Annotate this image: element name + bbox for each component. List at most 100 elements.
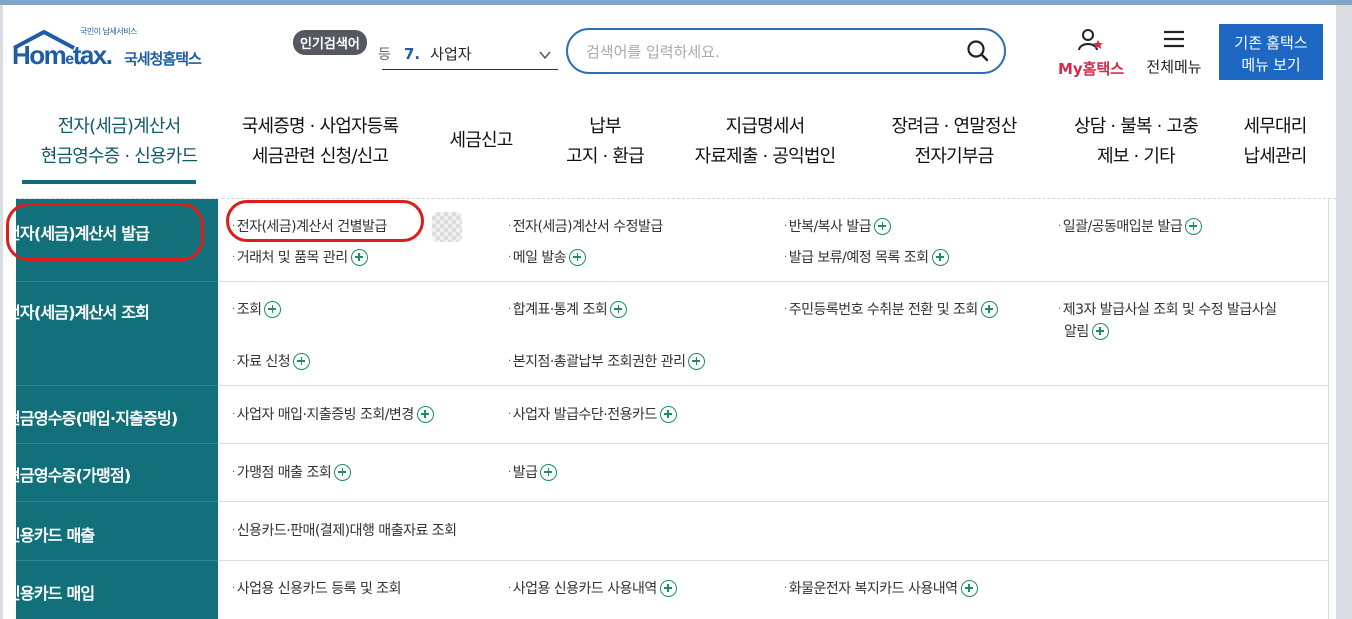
expand-plus-icon[interactable]: [350, 248, 368, 266]
link-merchant-sales[interactable]: · 가맹점 매출 조회: [232, 462, 352, 482]
table-right-border: [1328, 199, 1329, 619]
link-business-card-usage[interactable]: · 사업용 신용카드 사용내역: [508, 578, 677, 598]
link-repeat-copy-issue[interactable]: · 반복/복사 발급: [784, 216, 892, 236]
gnb-tab-payment-refund[interactable]: 납부 고지 · 환급: [550, 112, 660, 172]
link-label: 발급 보류/예정 목록 조회: [788, 250, 929, 266]
gnb-line2: 고지 · 환급: [566, 146, 645, 167]
my-hometax-button[interactable]: My홈택스: [1054, 28, 1128, 79]
link-label: 발급: [512, 465, 538, 481]
expand-plus-icon[interactable]: [540, 463, 558, 481]
active-tab-underline: [22, 180, 196, 184]
expand-plus-icon[interactable]: [264, 300, 282, 318]
bullet-icon: ·: [784, 582, 787, 594]
link-send-mail[interactable]: · 메일 발송: [508, 247, 587, 267]
search-input[interactable]: [586, 40, 956, 64]
link-third-party-notify[interactable]: 알림: [1064, 321, 1109, 341]
expand-plus-icon[interactable]: [659, 405, 677, 423]
expand-plus-icon[interactable]: [688, 352, 706, 370]
link-summary-statistics[interactable]: · 합계표·통계 조회: [508, 299, 628, 319]
logo-korean-name: 국세청홈택스: [124, 50, 202, 68]
gnb-tab-consult-appeal[interactable]: 상담 · 불복 · 고충제보 · 기타: [1056, 112, 1216, 172]
link-inquiry[interactable]: · 조회: [232, 299, 282, 319]
gnb-tab-incentive-yearend[interactable]: 장려금 · 연말정산 전자기부금: [874, 112, 1034, 172]
category-card-sales[interactable]: 신용카드 매출: [0, 522, 202, 546]
popular-rank-number: 7.: [404, 44, 421, 63]
link-data-request[interactable]: · 자료 신청: [232, 351, 311, 371]
category-cash-receipt-purchase[interactable]: 현금영수증(매입·지출증빙): [0, 405, 202, 429]
gnb-line2: 세금관련 신청/신고: [251, 146, 389, 167]
link-cash-receipt-issue[interactable]: · 발급: [508, 462, 558, 482]
category-divider: [16, 560, 218, 561]
expand-plus-icon[interactable]: [610, 300, 628, 318]
category-card-purchase[interactable]: 신용카드 매입: [0, 580, 202, 604]
gnb-line1: 세무대리: [1243, 116, 1307, 137]
gnb-line2: 납세관리: [1243, 146, 1307, 167]
bullet-icon: ·: [232, 303, 235, 315]
expand-plus-icon[interactable]: [1185, 217, 1203, 235]
row-divider: [218, 281, 1328, 282]
gnb-tab-tax-agent[interactable]: 세무대리납세관리: [1230, 112, 1320, 172]
category-etax-inquiry[interactable]: 전자(세금)계산서 조회: [0, 299, 202, 323]
bullet-icon: ·: [232, 355, 235, 367]
link-resident-number-convert[interactable]: · 주민등록번호 수취분 전환 및 조회: [784, 299, 998, 319]
link-label: 본지점·총괄납부 조회권한 관리: [512, 354, 686, 370]
gnb-tab-payment-statement[interactable]: 지급명세서 자료제출 · 공익법인: [680, 112, 850, 172]
gnb-line2: 전자기부금: [914, 146, 995, 167]
link-business-card-register[interactable]: · 사업용 신용카드 등록 및 조회: [232, 578, 402, 598]
category-divider: [16, 443, 218, 444]
expand-plus-icon[interactable]: [960, 579, 978, 597]
old-menu-line1: 기존 홈택스: [1234, 35, 1308, 52]
link-card-sales-data[interactable]: · 신용카드·판매(결제)대행 매출자료 조회: [232, 520, 457, 540]
link-label: 사업용 신용카드 사용내역: [512, 581, 658, 597]
link-label: 주민등록번호 수취분 전환 및 조회: [788, 302, 979, 318]
expand-plus-icon[interactable]: [334, 463, 352, 481]
expand-plus-icon[interactable]: [980, 300, 998, 318]
link-etax-modify-issue[interactable]: · 전자(세금)계산서 수정발급: [508, 216, 663, 236]
gnb-tab-certificate-registration[interactable]: 국세증명 · 사업자등록세금관련 신청/신고: [230, 112, 410, 172]
link-branch-permission[interactable]: · 본지점·총괄납부 조회권한 관리: [508, 351, 706, 371]
row-divider: [218, 443, 1328, 444]
link-label: 메일 발송: [512, 250, 567, 266]
my-hometax-label: My홈택스: [1057, 60, 1125, 78]
chevron-down-icon: [539, 51, 551, 60]
expand-plus-icon[interactable]: [931, 248, 949, 266]
link-label: 합계표·통계 조회: [512, 302, 608, 318]
search-icon[interactable]: [966, 39, 990, 63]
expand-plus-icon[interactable]: [293, 352, 311, 370]
link-client-item-manage[interactable]: · 거래처 및 품목 관리: [232, 247, 368, 267]
category-divider: [16, 385, 218, 386]
expand-plus-icon[interactable]: [1091, 322, 1109, 340]
bullet-icon: ·: [232, 524, 235, 536]
expand-plus-icon[interactable]: [416, 405, 434, 423]
bullet-icon: ·: [232, 251, 235, 263]
popular-rank-term: 사업자: [430, 45, 472, 63]
link-cargo-welfare-card[interactable]: · 화물운전자 복지카드 사용내역: [784, 578, 978, 598]
link-business-purchase-proof[interactable]: · 사업자 매입·지출증빙 조회/변경: [232, 404, 434, 424]
gnb-line2: 제보 · 기타: [1097, 146, 1176, 167]
scrollbar-track[interactable]: [1336, 5, 1352, 619]
expand-plus-icon[interactable]: [659, 579, 677, 597]
highlight-oval-link: [226, 200, 424, 242]
link-label: 거래처 및 품목 관리: [236, 250, 348, 266]
expand-plus-icon[interactable]: [569, 248, 587, 266]
link-batch-issue[interactable]: · 일괄/공동매입분 발급: [1058, 216, 1203, 236]
link-label: 화물운전자 복지카드 사용내역: [788, 581, 958, 597]
old-hometax-menu-button[interactable]: 기존 홈택스 메뉴 보기: [1219, 24, 1323, 80]
expand-plus-icon[interactable]: [874, 217, 892, 235]
link-label: 사업용 신용카드 등록 및 조회: [236, 581, 402, 597]
gnb-tab-etax-receipt-card[interactable]: 전자(세금)계산서 현금영수증 · 신용카드: [30, 112, 208, 172]
link-issue-hold-list[interactable]: · 발급 보류/예정 목록 조회: [784, 247, 949, 267]
bullet-icon: ·: [784, 251, 787, 263]
full-menu-button[interactable]: 전체메뉴: [1138, 28, 1210, 77]
bullet-icon: ·: [232, 466, 235, 478]
category-cash-receipt-merchant[interactable]: 현금영수증(가맹점): [0, 462, 202, 486]
gnb-line1: 상담 · 불복 · 고충: [1073, 116, 1199, 137]
highlight-oval-category: [6, 203, 204, 261]
gnb-line2: 자료제출 · 공익법인: [694, 146, 837, 167]
hometax-logo[interactable]: 국민이 납세서비스 Hometax. 국세청홈택스: [8, 24, 238, 74]
link-business-card[interactable]: · 사업자 발급수단·전용카드: [508, 404, 677, 424]
gnb-tab-tax-return[interactable]: 세금신고: [436, 126, 526, 156]
popular-search-dropdown[interactable]: 7. 사업자: [382, 38, 558, 70]
gnb-line1: 국세증명 · 사업자등록: [241, 116, 399, 137]
link-third-party-issue[interactable]: · 제3자 발급사실 조회 및 수정 발급사실: [1058, 299, 1277, 319]
